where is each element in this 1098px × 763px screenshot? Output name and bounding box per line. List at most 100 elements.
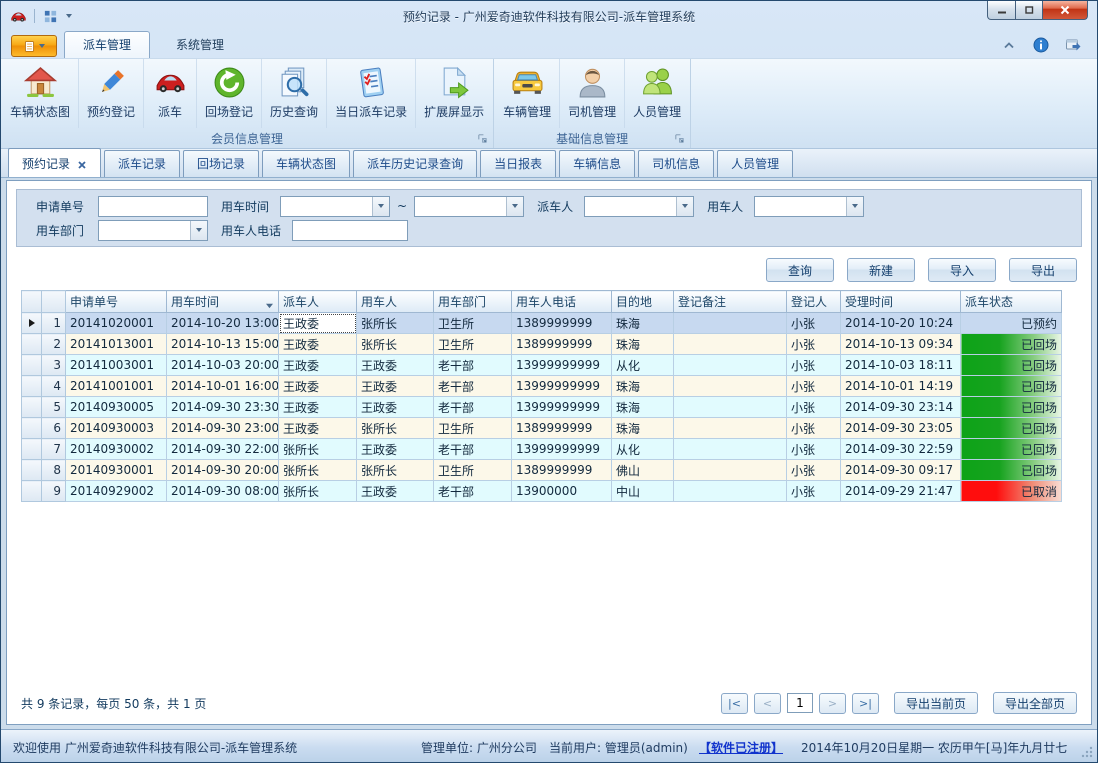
column-header[interactable]: 派车人 — [279, 291, 357, 313]
cell-passenger[interactable]: 张所长 — [357, 313, 434, 334]
table-row[interactable]: 1 20141020001 2014-10-20 13:00 王政委 张所长 卫… — [22, 313, 1062, 334]
cell-order-no[interactable]: 20141003001 — [66, 355, 167, 376]
table-row[interactable]: 4 20141001001 2014-10-01 16:00 王政委 王政委 老… — [22, 376, 1062, 397]
cell-registrar[interactable]: 小张 — [787, 481, 841, 502]
cell-phone[interactable]: 13999999999 — [512, 439, 612, 460]
cell-remark[interactable] — [674, 481, 787, 502]
cell-use-time[interactable]: 2014-09-30 08:00 — [167, 481, 279, 502]
cell-destination[interactable]: 从化 — [612, 439, 674, 460]
cell-destination[interactable]: 珠海 — [612, 376, 674, 397]
cell-dept[interactable]: 卫生所 — [434, 313, 512, 334]
cell-destination[interactable]: 珠海 — [612, 418, 674, 439]
cell-order-no[interactable]: 20140930005 — [66, 397, 167, 418]
document-tab[interactable]: 车辆信息 — [559, 150, 635, 177]
last-page-button[interactable]: >| — [852, 693, 879, 714]
cell-order-no[interactable]: 20141001001 — [66, 376, 167, 397]
cell-use-time[interactable]: 2014-09-30 23:30 — [167, 397, 279, 418]
cell-dispatcher[interactable]: 王政委 — [279, 334, 357, 355]
ribbon-tab[interactable]: 系统管理 — [157, 31, 243, 58]
cell-accept-time[interactable]: 2014-09-30 09:17 — [841, 460, 961, 481]
cell-status[interactable]: 已回场 — [961, 376, 1062, 397]
column-header[interactable]: 受理时间 — [841, 291, 961, 313]
export-button[interactable]: 导出 — [1009, 258, 1077, 282]
cell-passenger[interactable]: 王政委 — [357, 376, 434, 397]
cell-registrar[interactable]: 小张 — [787, 397, 841, 418]
cell-remark[interactable] — [674, 313, 787, 334]
skin-switch-icon[interactable] — [1065, 37, 1081, 53]
column-header[interactable]: 用车部门 — [434, 291, 512, 313]
table-row[interactable]: 2 20141013001 2014-10-13 15:00 王政委 张所长 卫… — [22, 334, 1062, 355]
cell-registrar[interactable]: 小张 — [787, 334, 841, 355]
cell-use-time[interactable]: 2014-10-03 20:00 — [167, 355, 279, 376]
cell-status[interactable]: 已回场 — [961, 439, 1062, 460]
ribbon-button[interactable]: 车辆管理 — [495, 59, 560, 128]
phone-input[interactable] — [292, 220, 408, 241]
cell-order-no[interactable]: 20140930001 — [66, 460, 167, 481]
cell-registrar[interactable]: 小张 — [787, 460, 841, 481]
cell-dept[interactable]: 卫生所 — [434, 418, 512, 439]
first-page-button[interactable]: |< — [721, 693, 748, 714]
cell-status[interactable]: 已回场 — [961, 460, 1062, 481]
cell-destination[interactable]: 珠海 — [612, 397, 674, 418]
cell-dept[interactable]: 老干部 — [434, 481, 512, 502]
cell-registrar[interactable]: 小张 — [787, 376, 841, 397]
cell-destination[interactable]: 从化 — [612, 355, 674, 376]
cell-remark[interactable] — [674, 376, 787, 397]
cell-status[interactable]: 已回场 — [961, 397, 1062, 418]
cell-destination[interactable]: 中山 — [612, 481, 674, 502]
cell-order-no[interactable]: 20141020001 — [66, 313, 167, 334]
cell-phone[interactable]: 1389999999 — [512, 460, 612, 481]
cell-dispatcher[interactable]: 王政委 — [279, 376, 357, 397]
table-row[interactable]: 3 20141003001 2014-10-03 20:00 王政委 王政委 老… — [22, 355, 1062, 376]
cell-dispatcher[interactable]: 张所长 — [279, 481, 357, 502]
cell-dispatcher[interactable]: 张所长 — [279, 460, 357, 481]
cell-remark[interactable] — [674, 355, 787, 376]
cell-status[interactable]: 已回场 — [961, 418, 1062, 439]
cell-use-time[interactable]: 2014-09-30 20:00 — [167, 460, 279, 481]
new-button[interactable]: 新建 — [847, 258, 915, 282]
query-button[interactable]: 查询 — [766, 258, 834, 282]
ribbon-button[interactable]: 回场登记 — [197, 59, 262, 128]
cell-accept-time[interactable]: 2014-09-30 23:14 — [841, 397, 961, 418]
dispatcher-combo[interactable] — [584, 196, 694, 217]
column-header[interactable]: 目的地 — [612, 291, 674, 313]
order-no-input[interactable] — [98, 196, 208, 217]
cell-dispatcher[interactable]: 王政委 — [279, 355, 357, 376]
cell-passenger[interactable]: 王政委 — [357, 481, 434, 502]
cell-registrar[interactable]: 小张 — [787, 418, 841, 439]
cell-status[interactable]: 已预约 — [961, 313, 1062, 334]
cell-use-time[interactable]: 2014-10-20 13:00 — [167, 313, 279, 334]
cell-passenger[interactable]: 张所长 — [357, 460, 434, 481]
close-button[interactable] — [1043, 1, 1088, 20]
cell-accept-time[interactable]: 2014-09-29 21:47 — [841, 481, 961, 502]
cell-phone[interactable]: 1389999999 — [512, 334, 612, 355]
column-header[interactable]: 用车时间 — [167, 291, 279, 313]
cell-use-time[interactable]: 2014-09-30 23:00 — [167, 418, 279, 439]
cell-accept-time[interactable]: 2014-09-30 23:05 — [841, 418, 961, 439]
column-header[interactable]: 申请单号 — [66, 291, 167, 313]
cell-phone[interactable]: 1389999999 — [512, 313, 612, 334]
ribbon-button[interactable]: 人员管理 — [625, 59, 689, 128]
filter-arrow-icon[interactable] — [265, 298, 274, 305]
column-header[interactable]: 用车人电话 — [512, 291, 612, 313]
cell-status[interactable]: 已取消 — [961, 481, 1062, 502]
cell-remark[interactable] — [674, 334, 787, 355]
cell-dept[interactable]: 老干部 — [434, 397, 512, 418]
cell-accept-time[interactable]: 2014-09-30 22:59 — [841, 439, 961, 460]
use-time-from-combo[interactable] — [280, 196, 390, 217]
cell-dispatcher[interactable]: 王政委 — [279, 418, 357, 439]
cell-dispatcher[interactable]: 王政委 — [279, 313, 357, 334]
ribbon-button[interactable]: 预约登记 — [79, 59, 144, 128]
cell-phone[interactable]: 13999999999 — [512, 376, 612, 397]
table-row[interactable]: 8 20140930001 2014-09-30 20:00 张所长 张所长 卫… — [22, 460, 1062, 481]
cell-dept[interactable]: 卫生所 — [434, 334, 512, 355]
ribbon-tab[interactable]: 派车管理 — [64, 31, 150, 58]
cell-accept-time[interactable]: 2014-10-13 09:34 — [841, 334, 961, 355]
cell-use-time[interactable]: 2014-10-01 16:00 — [167, 376, 279, 397]
ribbon-button[interactable]: 派车 — [144, 59, 197, 128]
document-tab[interactable]: 人员管理 — [717, 150, 793, 177]
cell-dispatcher[interactable]: 王政委 — [279, 397, 357, 418]
cell-order-no[interactable]: 20141013001 — [66, 334, 167, 355]
cell-registrar[interactable]: 小张 — [787, 355, 841, 376]
cell-remark[interactable] — [674, 418, 787, 439]
